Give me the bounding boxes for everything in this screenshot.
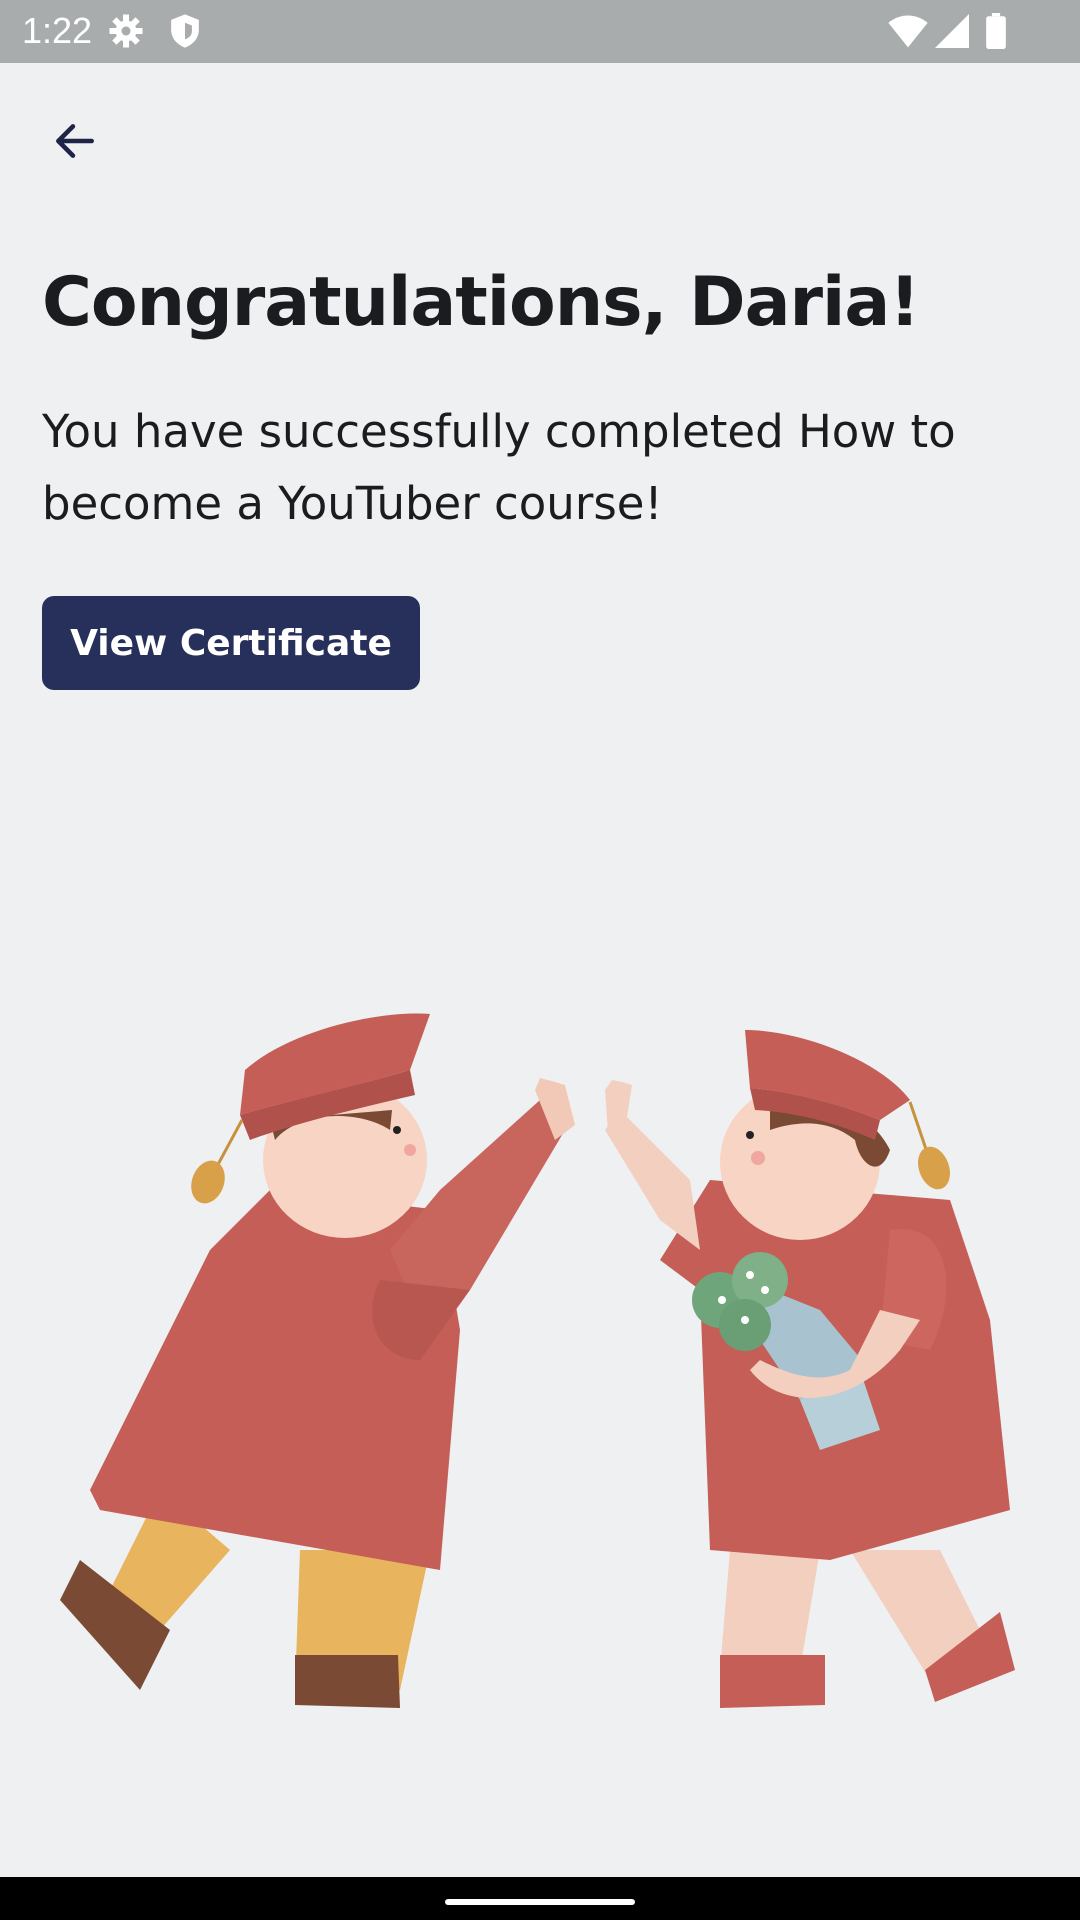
page-title: Congratulations, Daria! (42, 263, 920, 342)
shield-icon (171, 14, 199, 48)
status-time: 1:22 (22, 10, 93, 51)
completion-message: You have successfully completed How to b… (42, 405, 956, 530)
wifi-icon (888, 15, 928, 48)
home-indicator[interactable] (445, 1899, 635, 1905)
battery-icon (986, 13, 1006, 49)
signal-icon (935, 14, 969, 48)
graduates-illustration (60, 1013, 1015, 1708)
arrow-left-icon (56, 124, 94, 158)
settings-icon (109, 14, 143, 48)
left-graduate (60, 1013, 575, 1708)
view-certificate-button[interactable]: View Certificate (42, 596, 420, 690)
right-graduate (605, 1030, 1015, 1708)
back-button[interactable] (40, 106, 110, 176)
status-bar: 1:22 (0, 0, 1080, 63)
